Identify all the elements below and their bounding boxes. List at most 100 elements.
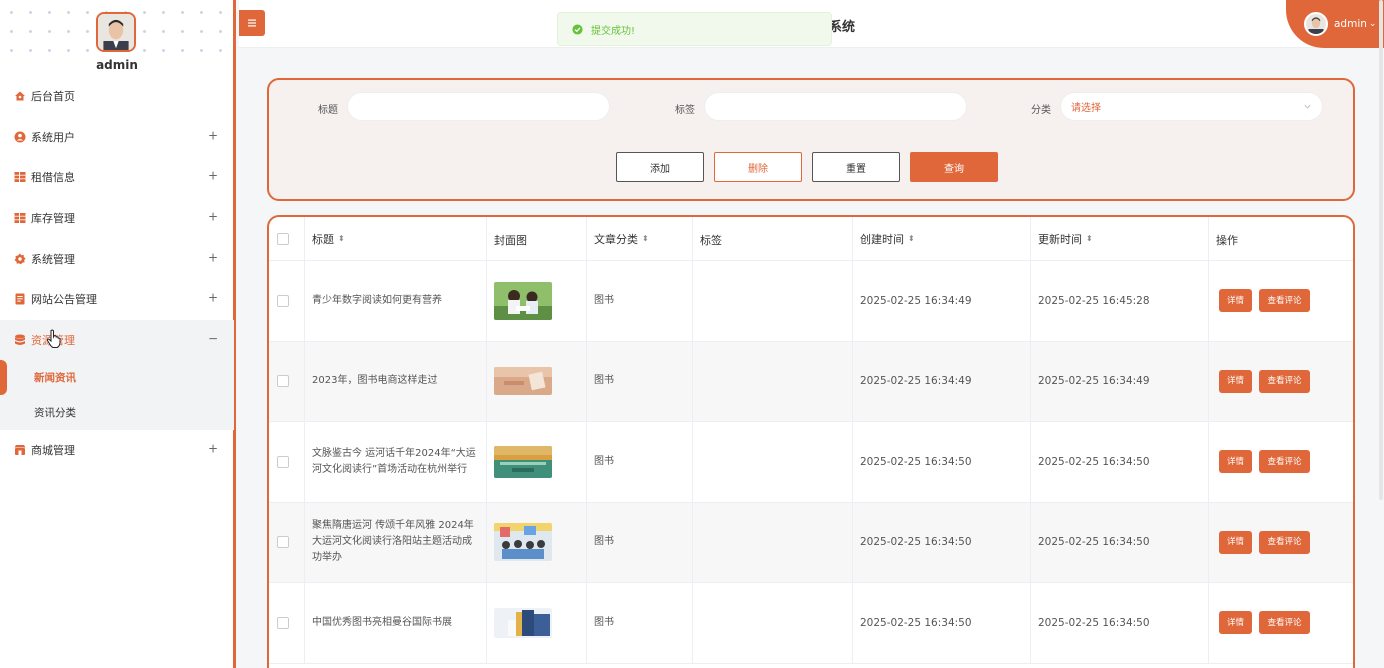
expand-icon[interactable]: + (208, 128, 218, 142)
view-comments-button[interactable]: 查看评论 (1259, 450, 1310, 474)
expand-icon[interactable]: + (208, 442, 218, 456)
row-tags (693, 261, 853, 341)
header-title-label: 标题 (312, 232, 334, 246)
row-category: 图书 (587, 261, 693, 341)
row-actions: 详情 查看评论 (1209, 342, 1353, 422)
table-row: 聚焦隋唐运河 传颂千年风雅 2024年大运河文化阅读行洛阳站主题活动成功举办 图… (269, 502, 1353, 583)
chevron-down-icon: ⌄ (1368, 19, 1377, 29)
sort-icon[interactable]: ⬍ (908, 235, 915, 243)
sidebar-item-dashboard[interactable]: 后台首页 (0, 76, 234, 117)
sidebar-item-label: 库存管理 (31, 212, 75, 226)
cover-image (494, 445, 552, 478)
row-actions: 详情 查看评论 (1209, 261, 1353, 341)
collapse-icon[interactable]: − (208, 331, 218, 345)
expand-icon[interactable]: + (208, 169, 218, 183)
grid-icon (14, 212, 26, 224)
detail-button[interactable]: 详情 (1219, 530, 1252, 554)
document-icon (14, 293, 26, 305)
header-category-label: 文章分类 (594, 232, 638, 246)
chevron-down-icon (1304, 104, 1311, 109)
detail-button[interactable]: 详情 (1219, 611, 1252, 635)
menu-toggle-button[interactable] (239, 10, 265, 36)
header-cover: 封面图 (487, 217, 587, 260)
sidebar-item-resources[interactable]: 资源管理 − (0, 319, 234, 361)
filter-panel: 标题 标签 分类 请选择 添加 删除 重置 查询 (267, 78, 1355, 201)
row-tags (693, 341, 853, 421)
row-created: 2025-02-25 16:34:49 (853, 261, 1031, 341)
delete-button[interactable]: 删除 (714, 152, 802, 182)
tag-filter-label: 标签 (675, 105, 695, 116)
header-created[interactable]: 创建时间 ⬍ (853, 217, 1031, 260)
detail-button[interactable]: 详情 (1219, 369, 1252, 393)
sidebar-subitem-label: 资讯分类 (34, 407, 76, 420)
sidebar-item-label: 系统用户 (31, 130, 75, 144)
row-category: 图书 (587, 583, 693, 663)
sort-icon[interactable]: ⬍ (338, 235, 345, 243)
header-created-label: 创建时间 (860, 232, 904, 246)
view-comments-button[interactable]: 查看评论 (1259, 289, 1310, 313)
user-icon (14, 131, 26, 143)
admin-avatar[interactable] (96, 12, 136, 52)
header-checkbox-cell (269, 217, 305, 260)
title-filter-input[interactable] (347, 92, 610, 121)
header-updated[interactable]: 更新时间 ⬍ (1031, 217, 1209, 260)
row-tags (693, 502, 853, 582)
sort-icon[interactable]: ⬍ (642, 235, 649, 243)
add-button[interactable]: 添加 (616, 152, 704, 182)
row-checkbox[interactable] (277, 455, 289, 468)
expand-icon[interactable]: + (208, 210, 218, 224)
sidebar-item-inventory[interactable]: 库存管理 + (0, 198, 234, 239)
cover-image (494, 367, 552, 396)
view-comments-button[interactable]: 查看评论 (1259, 369, 1310, 393)
sidebar-item-shop[interactable]: 商城管理 + (0, 430, 234, 471)
row-checkbox[interactable] (277, 375, 289, 388)
search-button[interactable]: 查询 (910, 152, 998, 182)
table-header: 标题 ⬍ 封面图 文章分类 ⬍ 标签 创建时间 ⬍ 更新时间 ⬍ 操作 (269, 217, 1353, 261)
reset-button[interactable]: 重置 (812, 152, 900, 182)
row-checkbox[interactable] (277, 294, 289, 307)
header-title[interactable]: 标题 ⬍ (305, 217, 487, 260)
sidebar-item-label: 后台首页 (31, 90, 75, 104)
category-select[interactable]: 请选择 (1060, 92, 1323, 121)
row-category: 图书 (587, 502, 693, 582)
shop-icon (14, 444, 26, 456)
sidebar-item-system-users[interactable]: 系统用户 + (0, 117, 234, 158)
row-checkbox[interactable] (277, 616, 289, 629)
user-menu[interactable]: admin ⌄ (1286, 0, 1384, 48)
cover-image (494, 607, 552, 638)
scrollbar-thumb[interactable] (1379, 0, 1383, 500)
row-updated: 2025-02-25 16:34:50 (1031, 502, 1209, 582)
sidebar-item-rental-info[interactable]: 租借信息 + (0, 157, 234, 198)
expand-icon[interactable]: + (208, 250, 218, 264)
tag-filter-input[interactable] (704, 92, 967, 121)
sort-icon[interactable]: ⬍ (1086, 235, 1093, 243)
check-circle-icon (572, 23, 583, 35)
detail-button[interactable]: 详情 (1219, 450, 1252, 474)
row-actions: 详情 查看评论 (1209, 503, 1353, 583)
table-row: 青少年数字阅读如何更有营养 图书 2025-02-25 16:34:49 202… (269, 261, 1353, 342)
row-updated: 2025-02-25 16:34:49 (1031, 341, 1209, 421)
view-comments-button[interactable]: 查看评论 (1259, 611, 1310, 635)
expand-icon[interactable]: + (208, 291, 218, 305)
sidebar-subitem-news-categories[interactable]: 资讯分类 (0, 395, 234, 430)
view-comments-button[interactable]: 查看评论 (1259, 530, 1310, 554)
grid-icon (14, 171, 26, 183)
cover-image (494, 281, 552, 320)
header-tags-label: 标签 (700, 233, 722, 247)
page-scrollbar[interactable] (1378, 0, 1384, 500)
sidebar-item-announcements[interactable]: 网站公告管理 + (0, 279, 234, 320)
row-cover (487, 261, 587, 341)
detail-button[interactable]: 详情 (1219, 289, 1252, 313)
sidebar-item-label: 商城管理 (31, 444, 75, 458)
row-title: 青少年数字阅读如何更有营养 (305, 261, 487, 341)
row-actions: 详情 查看评论 (1209, 583, 1353, 663)
row-category: 图书 (587, 341, 693, 421)
header-category[interactable]: 文章分类 ⬍ (587, 217, 693, 260)
header-updated-label: 更新时间 (1038, 232, 1082, 246)
sidebar-subitem-news[interactable]: 新闻资讯 (0, 360, 234, 396)
sidebar: admin 后台首页 系统用户 + 租借信息 + 库存管理 + 系统管理 + 网… (0, 0, 236, 668)
select-all-checkbox[interactable] (277, 232, 289, 245)
hamburger-icon (248, 19, 256, 27)
row-checkbox[interactable] (277, 536, 289, 549)
sidebar-item-system-settings[interactable]: 系统管理 + (0, 238, 234, 279)
